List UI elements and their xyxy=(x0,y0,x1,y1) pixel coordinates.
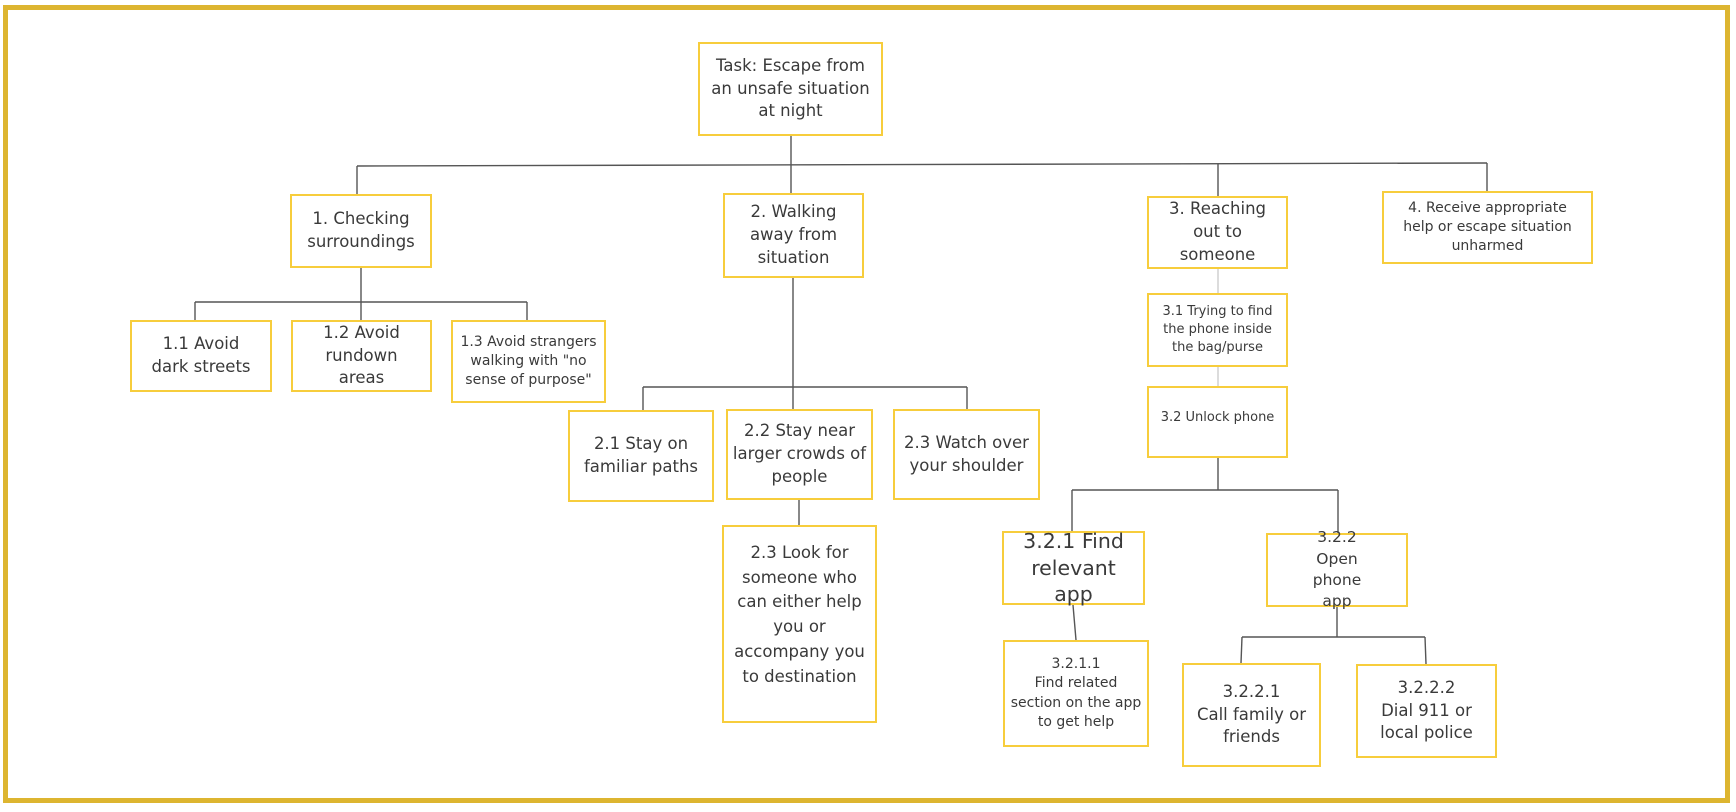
connector-root-bus xyxy=(356,162,1488,167)
node-2-3-look-for-someone: 2.3 Look for someone who can either help… xyxy=(722,525,877,723)
node-3-2-unlock-phone: 3.2 Unlock phone xyxy=(1147,386,1288,458)
node-2-2-label: 2.2 Stay near larger crowds of people xyxy=(732,421,867,486)
node-3-1-label: 3.1 Trying to find the phone inside the … xyxy=(1162,304,1273,355)
node-1-3-label: 1.3 Avoid strangers walking with "no sen… xyxy=(460,333,597,389)
node-3-2-1-find-relevant-app: 3.2.1 Find relevant app xyxy=(1002,529,1145,607)
node-1-1-avoid-dark-streets: 1.1 Avoid dark streets xyxy=(130,320,272,392)
node-root-label: Task: Escape from an unsafe situation at… xyxy=(711,55,870,121)
node-3-2-2-1-call-family: 3.2.2.1 Call family or friends xyxy=(1182,663,1321,767)
node-3-2-2-1-label: Call family or friends xyxy=(1196,704,1307,747)
node-root-task: Task: Escape from an unsafe situation at… xyxy=(698,42,883,136)
node-1-2-label: 1.2 Avoid rundown areas xyxy=(323,322,400,388)
node-3-2-1-1-number: 3.2.1.1 xyxy=(1051,655,1101,672)
connector-n3-2-1-to-n3-2-1-1 xyxy=(1072,604,1077,641)
node-2-walking-away: 2. Walking away from situation xyxy=(723,193,864,278)
node-3-2-2-2-number: 3.2.2.2 xyxy=(1397,677,1456,697)
node-1-1-label: 1.1 Avoid dark streets xyxy=(151,334,251,376)
node-2-3b-label: 2.3 Look for someone who can either help… xyxy=(734,542,865,686)
node-3-2-2-label: 3.2.2 Open phone app xyxy=(1312,528,1362,611)
node-3-2-1-label: 3.2.1 Find relevant app xyxy=(1023,529,1124,607)
node-3-2-label: 3.2 Unlock phone xyxy=(1160,410,1275,426)
node-2-label: 2. Walking away from situation xyxy=(749,202,838,267)
node-1-2-avoid-rundown-areas: 1.2 Avoid rundown areas xyxy=(291,320,432,392)
node-2-3-watch-shoulder: 2.3 Watch over your shoulder xyxy=(893,409,1040,500)
node-3-2-2-open-phone-app: 3.2.2 Open phone app xyxy=(1266,528,1408,610)
connector-to-n3-2-2-2 xyxy=(1424,636,1427,665)
node-3-1-find-phone: 3.1 Trying to find the phone inside the … xyxy=(1147,293,1288,367)
node-3-2-2-2-label: Dial 911 or local police xyxy=(1380,700,1473,743)
node-2-2-stay-near-crowds: 2.2 Stay near larger crowds of people xyxy=(726,409,873,500)
node-3-2-1-1-find-related-section: 3.2.1.1 Find related section on the app … xyxy=(1003,640,1149,747)
node-3-2-2-1-number: 3.2.2.1 xyxy=(1222,681,1281,701)
node-3-label: 3. Reaching out to someone xyxy=(1168,199,1267,264)
node-1-checking-surroundings: 1. Checking surroundings xyxy=(290,194,432,268)
node-3-reaching-out: 3. Reaching out to someone xyxy=(1147,196,1288,269)
node-3-2-1-1-label: Find related section on the app to get h… xyxy=(1010,675,1142,730)
node-2-1-stay-familiar-paths: 2.1 Stay on familiar paths xyxy=(568,410,714,502)
node-4-receive-help: 4. Receive appropriate help or escape si… xyxy=(1382,191,1593,264)
node-2-3a-label: 2.3 Watch over your shoulder xyxy=(904,432,1029,475)
node-1-label: 1. Checking surroundings xyxy=(307,209,415,251)
node-4-label: 4. Receive appropriate help or escape si… xyxy=(1403,199,1572,255)
node-1-3-avoid-strangers: 1.3 Avoid strangers walking with "no sen… xyxy=(451,320,606,403)
node-2-1-label: 2.1 Stay on familiar paths xyxy=(584,434,698,476)
connector-to-n3-2-2-1 xyxy=(1240,636,1243,664)
node-3-2-2-2-dial-911: 3.2.2.2 Dial 911 or local police xyxy=(1356,664,1497,758)
